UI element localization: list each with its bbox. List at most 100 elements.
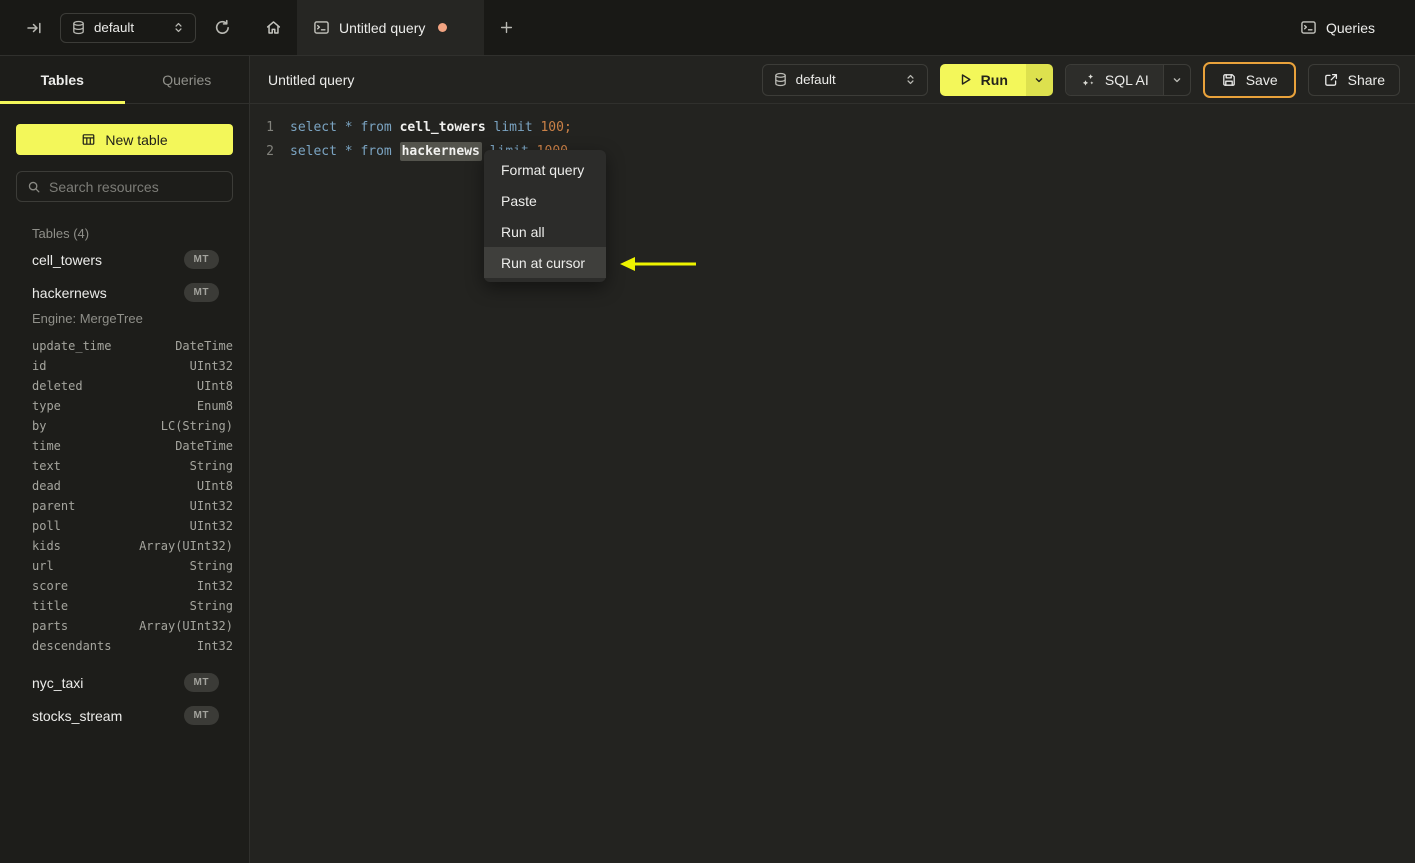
queries-icon [1300, 19, 1317, 36]
engine-badge: MT [183, 673, 219, 692]
code-token: 100; [540, 120, 572, 135]
code-lines: 1 select * from cell_towers limit 100; 2 se… [250, 116, 1415, 164]
sparkles-icon [1080, 72, 1096, 88]
new-table-button[interactable]: New table [16, 124, 233, 155]
table-name: nyc_taxi [32, 674, 84, 691]
refresh-icon [214, 19, 231, 36]
column-type: LC(String) [160, 419, 233, 433]
table-columns: update_time DateTime id UInt32 deleted UInt8 t… [16, 334, 233, 666]
play-icon [958, 72, 973, 87]
share-button[interactable]: Share [1307, 63, 1400, 96]
sql-ai-options-button[interactable] [1162, 64, 1190, 95]
sidebar-tab-queries[interactable]: Queries [125, 56, 250, 103]
column-type: Enum8 [196, 399, 233, 413]
sidebar-tabs: Tables Queries [0, 56, 250, 104]
second-row: Tables Queries Untitled query default Ru… [0, 56, 1415, 104]
column-name: text [32, 459, 61, 473]
column-row: dead UInt8 [32, 476, 233, 496]
run-button[interactable]: Run [939, 63, 1026, 96]
code-line[interactable]: 2select * from hackernews limit 1000 [250, 140, 1415, 164]
line-number: 2 [266, 144, 274, 159]
tab-strip: Untitled query [250, 0, 1300, 55]
table-row[interactable]: cell_towers MT [16, 243, 233, 276]
column-type: DateTime [175, 439, 233, 453]
column-name: parent [32, 499, 76, 513]
database-icon [71, 20, 86, 35]
code-token: select [290, 120, 345, 135]
sql-editor[interactable]: 1 select * from cell_towers limit 100; 2 se… [250, 104, 1415, 863]
new-tab-button[interactable] [484, 0, 529, 55]
menu-item-run-at-cursor[interactable]: Run at cursor [484, 247, 606, 278]
save-button[interactable]: Save [1202, 61, 1296, 98]
sql-ai-split-button: SQL AI [1064, 63, 1191, 96]
queries-button[interactable]: Queries [1300, 19, 1375, 36]
column-row: descendants Int32 [32, 636, 233, 656]
sql-ai-button-label: SQL AI [1104, 71, 1149, 88]
engine-badge: MT [183, 283, 219, 302]
share-icon [1323, 72, 1339, 88]
column-name: descendants [32, 639, 112, 653]
column-row: text String [32, 456, 233, 476]
code-line[interactable]: 1 select * from cell_towers limit 100; [250, 116, 1415, 140]
save-icon [1221, 72, 1237, 88]
column-name: time [32, 439, 61, 453]
search-icon [27, 180, 41, 194]
column-type: UInt32 [189, 499, 233, 513]
line-number: 1 [266, 120, 274, 135]
tab-untitled-query[interactable]: Untitled query [297, 0, 484, 55]
topbar-left: default [0, 0, 250, 55]
refresh-button[interactable] [208, 14, 236, 42]
toolbar-database-value: default [795, 72, 836, 87]
table-engine-label: Engine: MergeTree [32, 311, 143, 326]
menu-item-format-query[interactable]: Format query [484, 154, 606, 185]
home-button[interactable] [250, 0, 297, 55]
column-name: poll [32, 519, 61, 533]
collapse-sidebar-button[interactable] [20, 14, 48, 42]
menu-item-run-all[interactable]: Run all [484, 216, 606, 247]
column-row: type Enum8 [32, 396, 233, 416]
sql-ai-button[interactable]: SQL AI [1065, 64, 1163, 95]
column-name: by [32, 419, 47, 433]
table-icon [81, 132, 96, 147]
column-type: String [189, 459, 233, 473]
engine-badge: MT [183, 250, 219, 269]
search-input[interactable] [49, 178, 222, 195]
save-button-label: Save [1245, 71, 1278, 88]
column-name: kids [32, 539, 61, 553]
tables-section-header: Tables (4) [32, 226, 90, 241]
database-selector-value: default [94, 20, 135, 35]
new-table-label: New table [105, 131, 168, 148]
run-options-button[interactable] [1025, 63, 1053, 96]
column-row: deleted UInt8 [32, 376, 233, 396]
code-token: * [344, 120, 361, 135]
column-row: score Int32 [32, 576, 233, 596]
column-name: dead [32, 479, 61, 493]
column-row: update_time DateTime [32, 336, 233, 356]
annotation-arrow-icon [618, 254, 698, 274]
chevron-down-icon [1171, 74, 1183, 86]
table-name: hackernews [32, 284, 107, 301]
column-type: UInt8 [196, 479, 233, 493]
column-name: id [32, 359, 47, 373]
column-name: title [32, 599, 69, 613]
column-name: score [32, 579, 69, 593]
column-name: type [32, 399, 61, 413]
column-type: Array(UInt32) [139, 539, 233, 553]
column-type: Int32 [196, 579, 233, 593]
sidebar-tab-tables[interactable]: Tables [0, 56, 125, 104]
column-type: String [189, 599, 233, 613]
column-name: parts [32, 619, 69, 633]
column-row: poll UInt32 [32, 516, 233, 536]
toolbar-database-selector[interactable]: default [761, 63, 928, 96]
chevron-updown-icon [172, 21, 185, 34]
database-selector[interactable]: default [60, 12, 196, 43]
context-menu: Format query Paste Run all Run at cursor [484, 150, 606, 282]
table-row[interactable]: stocks_stream MT [16, 699, 233, 732]
table-row[interactable]: hackernews MT [16, 276, 233, 309]
topbar-right: Queries [1300, 0, 1415, 55]
plus-icon [499, 20, 514, 35]
query-toolbar: Untitled query default Run SQL AI Save S… [250, 56, 1415, 104]
table-row[interactable]: nyc_taxi MT [16, 666, 233, 699]
menu-item-paste[interactable]: Paste [484, 185, 606, 216]
